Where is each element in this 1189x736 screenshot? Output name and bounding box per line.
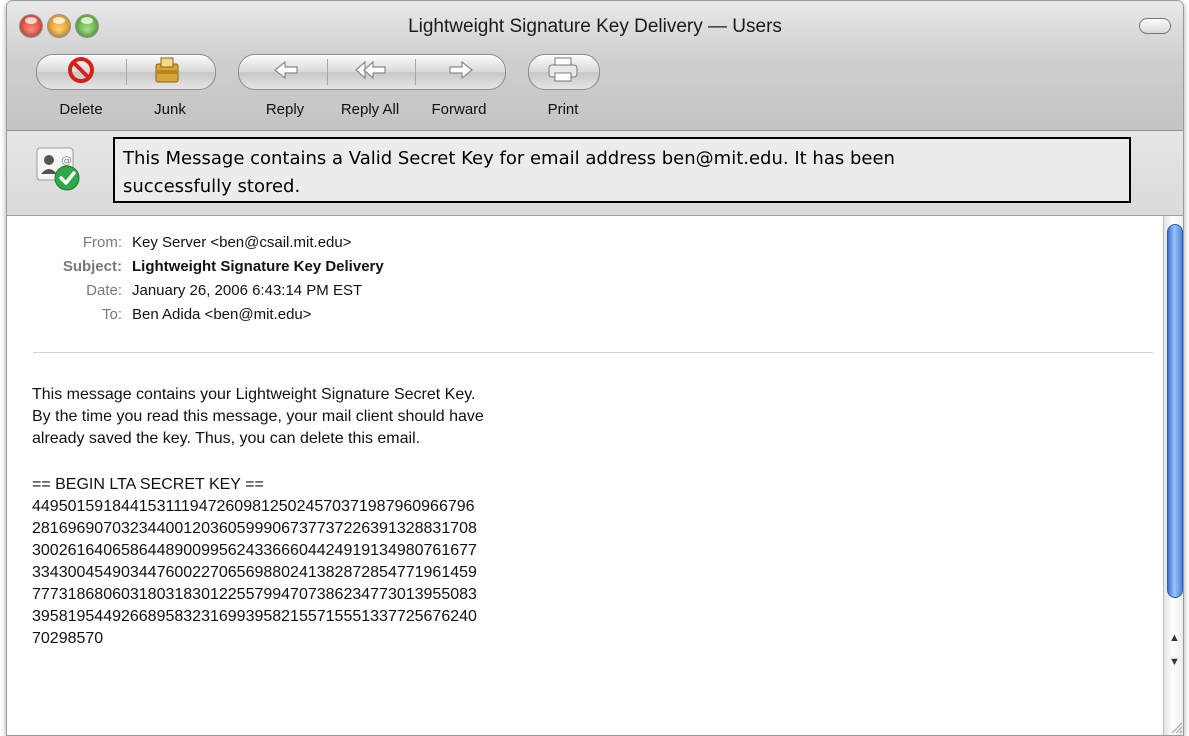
- junk-icon[interactable]: [152, 55, 182, 90]
- mail-window: Lightweight Signature Key Delivery — Use…: [6, 0, 1184, 736]
- key-line: 3002616406586448900995624336660442491913…: [32, 542, 477, 559]
- from-value[interactable]: Key Server <ben@csail.mit.edu>: [132, 232, 352, 253]
- key-line: 2816969070323440012036059990673773722639…: [32, 520, 477, 537]
- subject-label: Subject:: [62, 258, 122, 275]
- message-view: From: Key Server <ben@csail.mit.edu> Sub…: [7, 216, 1163, 735]
- key-line: 70298570: [32, 630, 104, 647]
- printer-icon[interactable]: [546, 56, 580, 89]
- reply-button-label[interactable]: Reply: [240, 101, 330, 118]
- junk-button-label[interactable]: Junk: [125, 101, 215, 118]
- window-chrome: Lightweight Signature Key Delivery — Use…: [7, 1, 1183, 131]
- svg-text:@: @: [61, 154, 72, 167]
- print-button-label[interactable]: Print: [518, 101, 608, 118]
- vertical-scrollbar[interactable]: ▲ ▼: [1163, 216, 1183, 735]
- scrollbar-thumb[interactable]: [1167, 224, 1183, 598]
- to-value[interactable]: Ben Adida <ben@mit.edu>: [132, 304, 312, 325]
- window-title: Lightweight Signature Key Delivery — Use…: [408, 16, 782, 37]
- body-line: By the time you read this message, your …: [32, 408, 484, 425]
- reply-icon[interactable]: [271, 56, 301, 89]
- key-line: 3958195449266895832316993958215571555133…: [32, 608, 477, 625]
- contact-card-check-icon: @: [31, 142, 87, 198]
- delete-junk-button-group: [36, 54, 216, 90]
- toolbar-toggle-button[interactable]: [1139, 18, 1171, 34]
- reply-all-button-label[interactable]: Reply All: [325, 101, 415, 118]
- key-status-message: This Message contains a Valid Secret Key…: [113, 137, 1131, 203]
- scroll-down-arrow-icon[interactable]: ▼: [1169, 656, 1180, 668]
- scroll-up-arrow-icon[interactable]: ▲: [1169, 632, 1180, 644]
- delete-button-label[interactable]: Delete: [36, 101, 126, 118]
- key-status-line-1: This Message contains a Valid Secret Key…: [123, 148, 895, 169]
- key-line: 7773186806031803183012255799470738623477…: [32, 586, 477, 603]
- date-value: January 26, 2006 6:43:14 PM EST: [132, 282, 363, 299]
- key-begin-marker: == BEGIN LTA SECRET KEY ==: [32, 476, 264, 493]
- key-notification-bar: @ This Message contains a Valid Secret K…: [7, 131, 1183, 216]
- body-line: This message contains your Lightweight S…: [32, 386, 476, 403]
- date-label: Date:: [86, 282, 122, 299]
- body-line: already saved the key. Thus, you can del…: [32, 430, 421, 447]
- header-divider: [33, 352, 1153, 353]
- from-label: From:: [82, 234, 122, 251]
- forward-icon[interactable]: [446, 56, 476, 89]
- delete-icon[interactable]: [67, 56, 95, 89]
- key-status-line-2: successfully stored.: [123, 176, 301, 197]
- resize-grip-icon[interactable]: [1169, 720, 1183, 734]
- key-line: 3343004549034476002270656988024138287285…: [32, 564, 477, 581]
- forward-button-label[interactable]: Forward: [414, 101, 504, 118]
- key-line: 4495015918441531119472609812502457037198…: [32, 498, 475, 515]
- to-label: To:: [101, 306, 122, 323]
- subject-value: Lightweight Signature Key Delivery: [132, 258, 384, 275]
- reply-all-icon[interactable]: [353, 56, 389, 89]
